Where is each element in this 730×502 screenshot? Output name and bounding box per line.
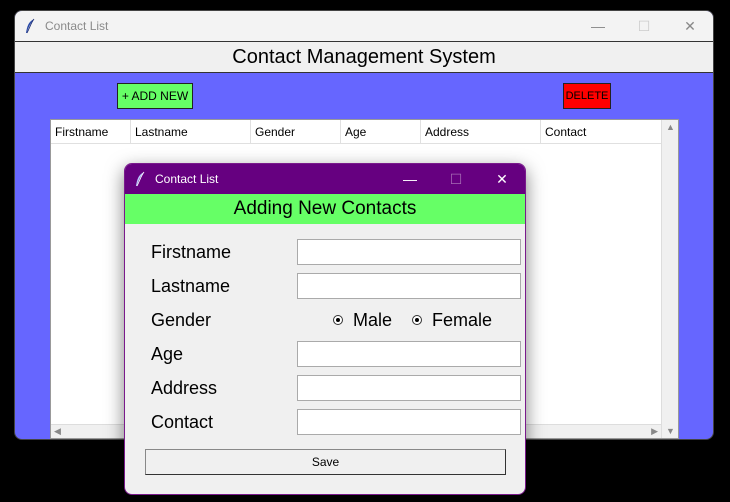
contact-label: Contact — [151, 411, 214, 432]
add-new-button[interactable]: + ADD NEW — [117, 83, 193, 109]
age-label: Age — [151, 343, 184, 364]
delete-button[interactable]: DELETE — [563, 83, 611, 109]
minimize-button[interactable]: — — [575, 11, 621, 41]
scroll-up-icon[interactable]: ▲ — [666, 122, 675, 132]
gender-options: Male Female — [333, 310, 502, 331]
gender-male-label: Male — [353, 309, 393, 330]
radio-female[interactable] — [412, 315, 423, 325]
table-header: Firstname Lastname Gender Age Address Co… — [51, 120, 678, 144]
scroll-down-icon[interactable]: ▼ — [666, 426, 675, 436]
maximize-button[interactable]: ☐ — [621, 11, 667, 41]
gender-label: Gender — [151, 309, 212, 330]
contact-input[interactable] — [297, 409, 521, 435]
gender-female-label: Female — [432, 309, 493, 330]
column-header-address[interactable]: Address — [421, 120, 541, 143]
dialog-maximize-button[interactable]: ☐ — [433, 164, 479, 194]
firstname-input[interactable] — [297, 239, 521, 265]
column-header-age[interactable]: Age — [341, 120, 421, 143]
gender-male-option[interactable]: Male — [333, 310, 392, 331]
firstname-label: Firstname — [151, 241, 232, 262]
radio-male[interactable] — [333, 315, 343, 325]
feather-icon — [125, 164, 155, 194]
column-header-contact[interactable]: Contact — [541, 120, 661, 143]
dialog-minimize-button[interactable]: — — [387, 164, 433, 194]
save-button[interactable]: Save — [145, 449, 506, 475]
main-window-title: Contact List — [45, 19, 109, 33]
column-header-gender[interactable]: Gender — [251, 120, 341, 143]
dialog-heading: Adding New Contacts — [125, 194, 525, 224]
dialog-title: Contact List — [155, 172, 219, 186]
lastname-label: Lastname — [151, 275, 231, 296]
contact-row: Contact — [151, 409, 521, 435]
firstname-row: Firstname — [151, 239, 521, 265]
vertical-scrollbar[interactable]: ▲ ▼ — [661, 120, 678, 438]
column-header-firstname[interactable]: Firstname — [51, 120, 131, 143]
address-input[interactable] — [297, 375, 521, 401]
dialog-close-button[interactable]: ✕ — [479, 164, 525, 194]
close-button[interactable]: ✕ — [667, 11, 713, 41]
dialog-titlebar[interactable]: Contact List — ☐ ✕ — [125, 164, 525, 194]
age-row: Age — [151, 341, 521, 367]
gender-row: Gender Male Female — [151, 307, 511, 333]
main-titlebar[interactable]: Contact List — ☐ ✕ — [15, 11, 713, 41]
feather-icon — [15, 11, 45, 41]
app-heading: Contact Management System — [15, 41, 713, 73]
address-label: Address — [151, 377, 218, 398]
add-contact-dialog: Contact List — ☐ ✕ Adding New Contacts F… — [124, 163, 526, 495]
lastname-row: Lastname — [151, 273, 521, 299]
lastname-input[interactable] — [297, 273, 521, 299]
scroll-left-icon[interactable]: ◀ — [54, 426, 61, 437]
column-header-lastname[interactable]: Lastname — [131, 120, 251, 143]
scroll-right-icon[interactable]: ▶ — [651, 426, 658, 437]
address-row: Address — [151, 375, 521, 401]
gender-female-option[interactable]: Female — [412, 310, 492, 331]
age-input[interactable] — [297, 341, 521, 367]
